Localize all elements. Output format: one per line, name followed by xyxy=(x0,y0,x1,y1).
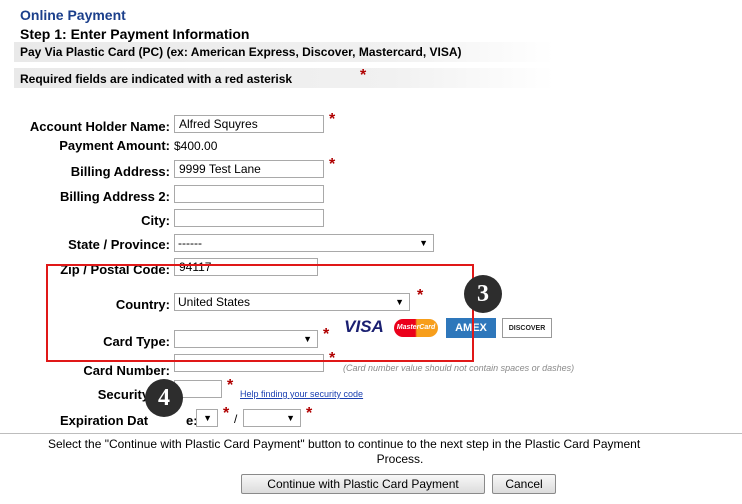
required-asterisk: * xyxy=(360,67,367,84)
state-label: State / Province: xyxy=(68,237,170,252)
expiration-label: Expiration Dat xyxy=(60,413,149,428)
expiration-year-asterisk: * xyxy=(306,405,313,422)
step-heading: Step 1: Enter Payment Information xyxy=(20,26,250,42)
expiration-month-asterisk: * xyxy=(223,405,230,422)
continue-button[interactable]: Continue with Plastic Card Payment xyxy=(241,474,485,494)
security-code-asterisk: * xyxy=(227,377,234,394)
payment-amount-label: Payment Amount: xyxy=(59,138,170,153)
account-holder-asterisk: * xyxy=(329,111,336,128)
expiration-separator: / xyxy=(234,412,238,426)
step-badge-4: 4 xyxy=(145,379,183,417)
instruction-line1: Select the "Continue with Plastic Card P… xyxy=(48,437,641,451)
chevron-down-icon: ▼ xyxy=(286,413,295,423)
security-help-link[interactable]: Help finding your security code xyxy=(240,389,363,399)
expiration-year-select[interactable]: ▼ xyxy=(243,409,301,427)
divider xyxy=(0,433,742,434)
page-title: Online Payment xyxy=(20,7,126,23)
state-selected-value: ------ xyxy=(178,236,202,250)
step-badge-3: 3 xyxy=(464,275,502,313)
state-select[interactable]: ------ ▼ xyxy=(174,234,434,252)
card-number-hint: (Card number value should not contain sp… xyxy=(343,363,575,373)
chevron-down-icon: ▼ xyxy=(419,238,428,248)
billing-address-asterisk: * xyxy=(329,156,336,173)
pay-via-text: Pay Via Plastic Card (PC) (ex: American … xyxy=(20,45,462,59)
city-input[interactable] xyxy=(174,209,324,227)
required-band: Required fields are indicated with a red… xyxy=(14,68,554,88)
account-holder-input[interactable]: Alfred Squyres xyxy=(174,115,324,133)
instruction-line2: Process. xyxy=(376,452,424,466)
city-label: City: xyxy=(141,213,170,228)
expiration-month-select[interactable]: ▼ xyxy=(196,409,218,427)
pay-via-band: Pay Via Plastic Card (PC) (ex: American … xyxy=(14,42,554,62)
cancel-button[interactable]: Cancel xyxy=(492,474,556,494)
billing-address2-input[interactable] xyxy=(174,185,324,203)
discover-logo: DISCOVER xyxy=(502,318,552,338)
billing-address-input[interactable]: 9999 Test Lane xyxy=(174,160,324,178)
payment-amount-value: $400.00 xyxy=(174,139,218,153)
chevron-down-icon: ▼ xyxy=(203,413,212,423)
card-number-label: Card Number: xyxy=(83,363,170,378)
highlight-box xyxy=(46,264,474,362)
required-note: Required fields are indicated with a red… xyxy=(20,72,293,86)
billing-address2-label: Billing Address 2: xyxy=(59,189,170,204)
account-holder-label: Account Holder Name: xyxy=(29,119,170,134)
billing-address-label: Billing Address: xyxy=(70,164,170,179)
